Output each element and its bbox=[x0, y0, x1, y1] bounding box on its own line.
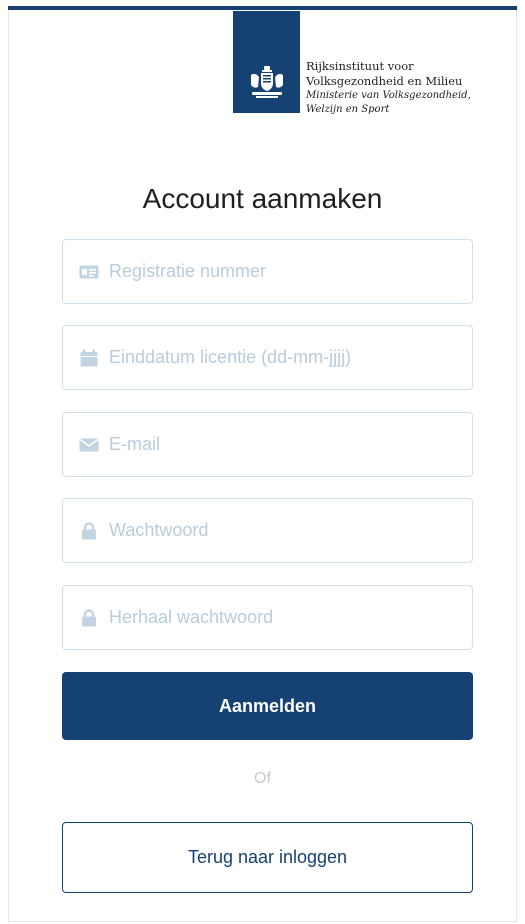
password-field[interactable] bbox=[62, 498, 473, 563]
lock-icon bbox=[79, 608, 99, 628]
back-to-login-button[interactable]: Terug naar inloggen bbox=[62, 822, 473, 893]
license-end-date-field[interactable] bbox=[62, 325, 473, 390]
org-line-1: Rijksinstituut voor bbox=[306, 59, 414, 73]
org-line-2: Volksgezondheid en Milieu bbox=[306, 74, 463, 88]
registration-number-field[interactable] bbox=[62, 239, 473, 304]
password-input[interactable] bbox=[109, 520, 449, 541]
lock-icon bbox=[79, 521, 99, 541]
id-card-icon bbox=[79, 262, 99, 282]
coat-of-arms-icon bbox=[250, 66, 283, 98]
ministry-line-1: Ministerie van Volksgezondheid, bbox=[306, 90, 471, 101]
organisation-name: Rijksinstituut voor Volksgezondheid en M… bbox=[306, 59, 471, 117]
rijksoverheid-logo bbox=[233, 11, 300, 113]
envelope-icon bbox=[79, 435, 99, 455]
license-end-date-input[interactable] bbox=[109, 347, 449, 368]
register-button[interactable]: Aanmelden bbox=[62, 672, 473, 740]
repeat-password-field[interactable] bbox=[62, 585, 473, 650]
or-separator: Of bbox=[254, 770, 271, 787]
page-title: Account aanmaken bbox=[142, 183, 383, 214]
ministry-line-2: Welzijn en Sport bbox=[306, 104, 390, 115]
repeat-password-input[interactable] bbox=[109, 607, 449, 628]
email-input[interactable] bbox=[109, 434, 449, 455]
registration-number-input[interactable] bbox=[109, 261, 449, 282]
calendar-icon bbox=[79, 348, 99, 368]
email-field[interactable] bbox=[62, 412, 473, 477]
